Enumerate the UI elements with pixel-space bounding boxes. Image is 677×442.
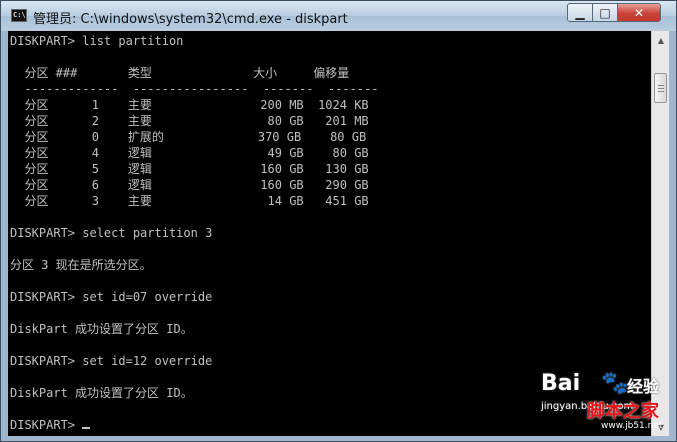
jb51-logo-text: 脚本之家 xyxy=(587,401,659,422)
maximize-button[interactable]: □ xyxy=(592,3,618,22)
console-line: 分区 3 现在是所选分区。 xyxy=(10,258,152,272)
console-line: 分区 5 逻辑 160 GB 130 GB xyxy=(10,162,369,176)
console-line: 分区 4 逻辑 49 GB 80 GB xyxy=(10,146,369,160)
console-line: 分区 0 扩展的 370 GB 80 GB xyxy=(10,130,367,144)
cmd-window: C:\ 管理员: C:\windows\system32\cmd.exe - d… xyxy=(0,0,677,442)
console-line: DISKPART> select partition 3 xyxy=(10,226,213,240)
console-line: 分区 6 逻辑 160 GB 290 GB xyxy=(10,178,369,192)
console-line: 分区 1 主要 200 MB 1024 KB xyxy=(10,98,369,112)
jb51-url: www.jb51.net xyxy=(601,421,663,431)
close-button[interactable]: ✕ xyxy=(617,3,661,22)
console-line: DISKPART> set id=07 override xyxy=(10,290,213,304)
title-bar[interactable]: C:\ 管理员: C:\windows\system32\cmd.exe - d… xyxy=(1,1,676,31)
app-icon-label: C:\ xyxy=(13,11,26,19)
console-prompt: DISKPART> xyxy=(10,418,83,432)
console-line: DiskPart 成功设置了分区 ID。 xyxy=(10,386,193,400)
jingyan-logo-text: 经验 xyxy=(627,377,660,396)
console-line: 分区 2 主要 80 GB 201 MB xyxy=(10,114,369,128)
minimize-button[interactable]: ▁ xyxy=(567,3,593,22)
watermark: Bai 🐾 经验 jingyan.baidu.com 脚本之家 www.jb51… xyxy=(541,371,673,439)
console-line: 分区 ### 类型 大小 偏移量 xyxy=(10,66,350,80)
scroll-thumb[interactable] xyxy=(654,73,667,103)
console-line: DiskPart 成功设置了分区 ID。 xyxy=(10,322,193,336)
baidu-paw-icon: 🐾 xyxy=(601,371,629,396)
cmd-app-icon[interactable]: C:\ xyxy=(11,9,27,22)
console-line: DISKPART> set id=12 override xyxy=(10,354,213,368)
text-cursor xyxy=(82,427,91,429)
console-lines: DISKPART> list partition 分区 ### 类型 大小 偏移… xyxy=(10,34,378,400)
console-line: 分区 3 主要 14 GB 451 GB xyxy=(10,194,369,208)
scroll-up-arrow-icon[interactable]: ▲ xyxy=(653,32,669,48)
window-title: 管理员: C:\windows\system32\cmd.exe - diskp… xyxy=(33,12,348,27)
console-line: ------------- ---------------- ------- -… xyxy=(10,82,379,96)
baidu-logo-text: Bai xyxy=(541,371,581,396)
console-line: DISKPART> list partition xyxy=(10,34,184,48)
